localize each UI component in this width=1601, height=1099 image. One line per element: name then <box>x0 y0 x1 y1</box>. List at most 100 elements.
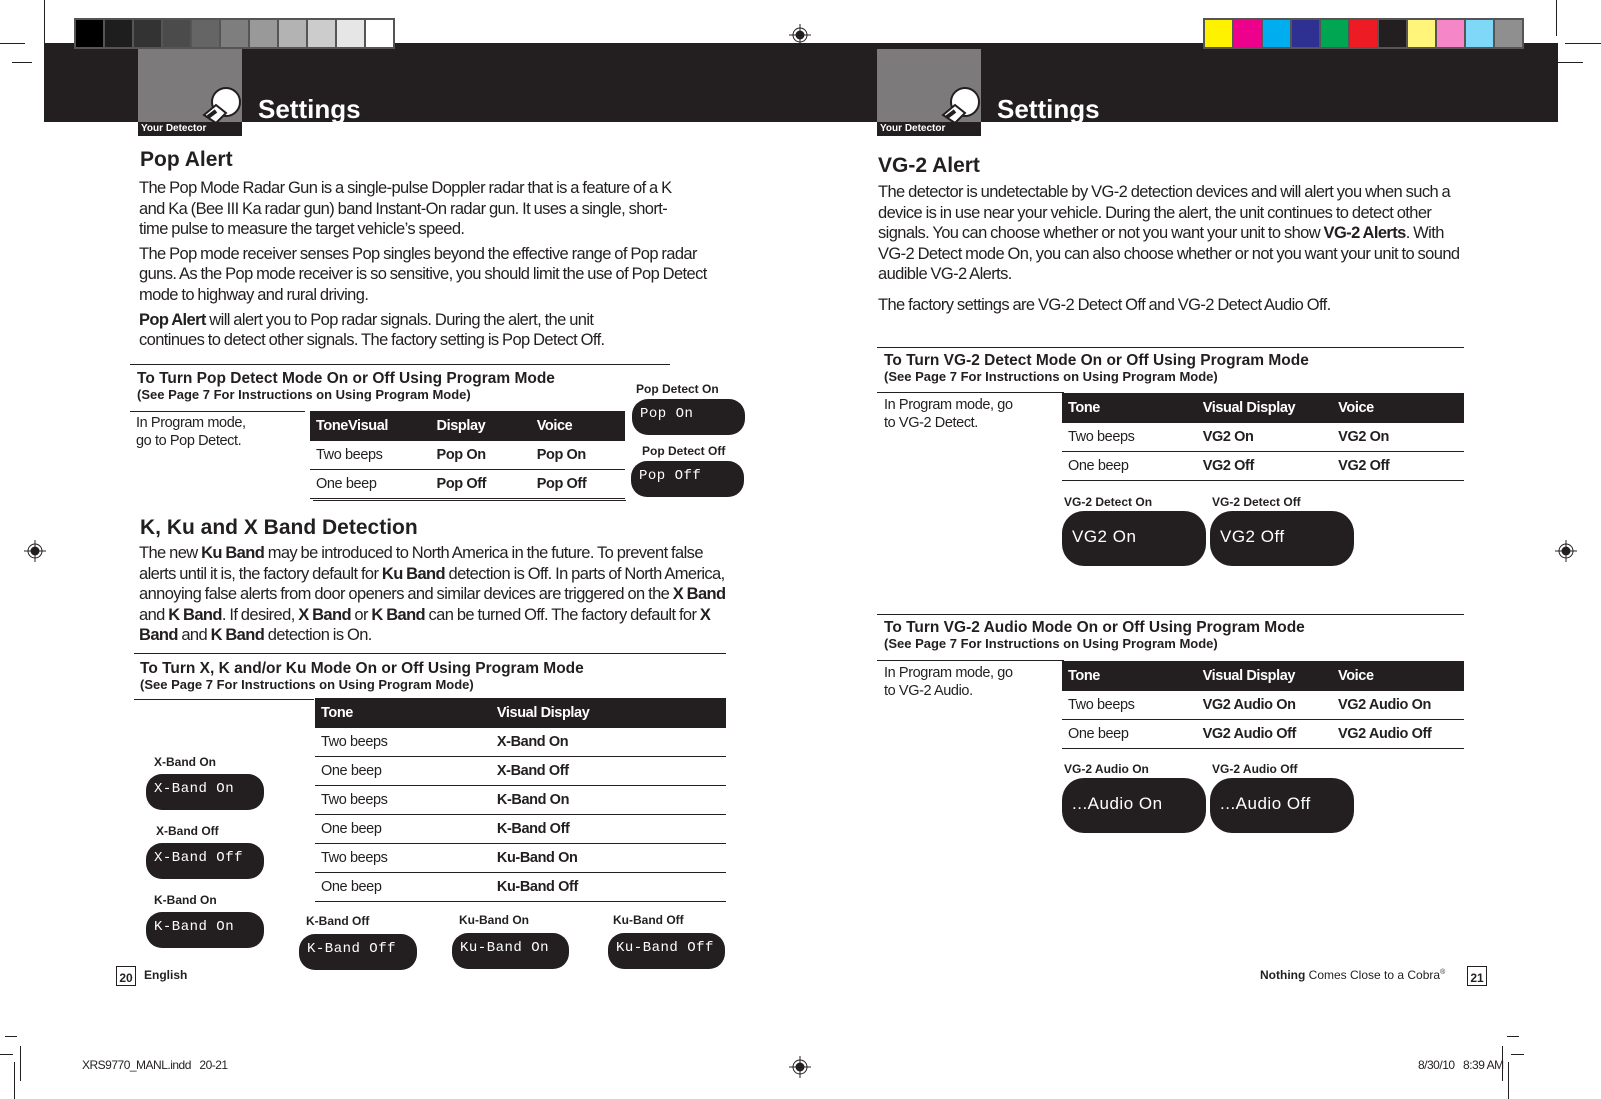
table-cell: One beep <box>315 872 491 902</box>
section-subtitle: (See Page 7 For Instructions on Using Pr… <box>140 677 474 692</box>
divider <box>877 660 1064 661</box>
paragraph: The factory settings are VG-2 Detect Off… <box>878 295 1331 314</box>
band-table: Tone Visual Display Two beeps X-Band On One … <box>315 698 726 902</box>
lcd-display-screen: VG2 Off <box>1210 511 1354 566</box>
table-row: Two beeps X-Band On <box>315 728 726 757</box>
table-cell: VG2 Audio Off <box>1332 719 1464 749</box>
table-row: One beep Ku-Band Off <box>315 872 726 902</box>
table-cell: Two beeps <box>315 785 491 815</box>
page-number: 21 <box>1467 966 1487 986</box>
lcd-display-screen: Ku-Band On <box>452 933 569 969</box>
table-cell: Pop Off <box>530 469 625 499</box>
table-cell: X-Band On <box>490 728 726 757</box>
divider <box>877 392 1064 393</box>
crop-mark <box>14 1062 15 1099</box>
table-cell: Two beeps <box>315 843 491 873</box>
display-label: Ku-Band Off <box>613 913 684 927</box>
table-cell: One beep <box>315 814 491 844</box>
crop-mark <box>1565 43 1601 44</box>
lcd-display-screen: ...Audio On <box>1062 778 1206 833</box>
gray-color-bar <box>74 18 395 49</box>
column-header: Tone <box>1062 661 1197 691</box>
lcd-display-screen: ...Audio Off <box>1210 778 1354 833</box>
process-color-bar <box>1203 18 1524 49</box>
table-cell: Two beeps <box>1062 423 1197 452</box>
bold-term: Ku Band <box>201 544 265 562</box>
section-tab-left: Your Detector <box>138 49 242 136</box>
table-cell: Pop On <box>530 441 625 470</box>
color-swatch <box>1495 20 1522 47</box>
table-cell: K-Band On <box>490 785 726 815</box>
section-heading-pop-alert: Pop Alert <box>140 148 233 171</box>
tagline: Nothing Comes Close to a Cobra® <box>1260 968 1445 982</box>
registration-mark-icon <box>24 540 46 562</box>
lcd-display-screen: X-Band On <box>146 774 264 810</box>
gray-swatch <box>279 20 306 47</box>
display-label: K-Band Off <box>306 914 370 928</box>
table-row: One beep X-Band Off <box>315 756 726 786</box>
paragraph-text: and <box>177 626 211 645</box>
gray-swatch <box>105 20 132 47</box>
table-cell: VG2 Audio On <box>1332 691 1464 720</box>
gray-swatch <box>308 20 335 47</box>
table-cell: X-Band Off <box>490 756 726 786</box>
table-cell: Ku-Band Off <box>490 872 726 902</box>
paragraph-text: can be turned Off. The factory default f… <box>425 605 700 624</box>
lcd-display-screen: K-Band Off <box>299 934 417 970</box>
column-header: Visual Display <box>490 698 726 728</box>
registration-mark-icon <box>789 1056 811 1078</box>
section-subtitle: (See Page 7 For Instructions on Using Pr… <box>884 636 1218 651</box>
crop-mark <box>5 1036 17 1037</box>
table-header-row: ToneVisual Display Voice <box>310 411 625 441</box>
table-cell: VG2 Audio On <box>1196 691 1333 720</box>
paragraph-text: The new <box>139 544 202 562</box>
page-title: Settings <box>258 94 361 124</box>
crop-mark <box>12 62 32 63</box>
bold-term: X Band <box>298 605 351 624</box>
lcd-display-screen: Ku-Band Off <box>608 933 725 969</box>
gray-swatch <box>192 20 219 47</box>
crop-mark <box>1508 1062 1509 1099</box>
gray-swatch <box>337 20 364 47</box>
display-label: VG-2 Audio On <box>1064 762 1149 776</box>
instruction-text: In Program mode, go to VG-2 Detect. <box>884 397 1013 431</box>
table-row: One beep VG2 Audio Off VG2 Audio Off <box>1062 719 1464 749</box>
file-slug: XRS9770_MANL.indd 20-21 <box>82 1058 228 1072</box>
section-title: To Turn X, K and/or Ku Mode On or Off Us… <box>140 660 584 677</box>
tagline-text: Comes Close to a Cobra <box>1305 968 1441 982</box>
paragraph-text: detection is On. <box>264 626 373 645</box>
crop-mark <box>0 1054 13 1055</box>
paragraph-text: will alert you to Pop radar signals. Dur… <box>139 310 605 350</box>
column-header: Visual Display <box>1196 393 1333 423</box>
table-cell: Two beeps <box>315 728 491 757</box>
gray-swatch <box>134 20 161 47</box>
vg2-detect-table: Tone Visual Display Voice Two beeps VG2 On VG… <box>1062 393 1464 481</box>
column-header: Display <box>430 411 531 441</box>
divider <box>877 614 1464 615</box>
registered-mark: ® <box>1440 969 1446 976</box>
divider <box>877 347 1464 348</box>
color-swatch <box>1466 20 1493 47</box>
display-label: VG-2 Detect Off <box>1212 495 1301 509</box>
color-swatch <box>1263 20 1290 47</box>
section-tab-right: Your Detector <box>877 49 981 136</box>
column-header: Visual Display <box>1196 661 1333 691</box>
display-label: Pop Detect On <box>636 382 719 396</box>
gray-swatch <box>250 20 277 47</box>
paragraph: The detector is undetectable by VG-2 det… <box>878 182 1468 285</box>
display-label: X-Band Off <box>156 824 219 838</box>
tagline-bold: Nothing <box>1260 968 1306 982</box>
table-cell: One beep <box>315 756 491 786</box>
section-title: To Turn VG-2 Audio Mode On or Off Using … <box>884 619 1305 636</box>
table-row: Two beeps VG2 Audio On VG2 Audio On <box>1062 691 1464 720</box>
table-row: Two beeps Pop On Pop On <box>310 441 625 470</box>
bold-term: Pop Alert <box>139 310 206 329</box>
tab-label: Your Detector <box>138 122 242 136</box>
section-title: To Turn VG-2 Detect Mode On or Off Using… <box>884 352 1309 369</box>
tab-label: Your Detector <box>877 122 981 136</box>
color-swatch <box>1379 20 1406 47</box>
divider <box>130 411 305 412</box>
page-number: 20 <box>116 966 136 986</box>
table-cell: VG2 On <box>1196 423 1333 452</box>
bold-term: K Band <box>168 605 222 624</box>
